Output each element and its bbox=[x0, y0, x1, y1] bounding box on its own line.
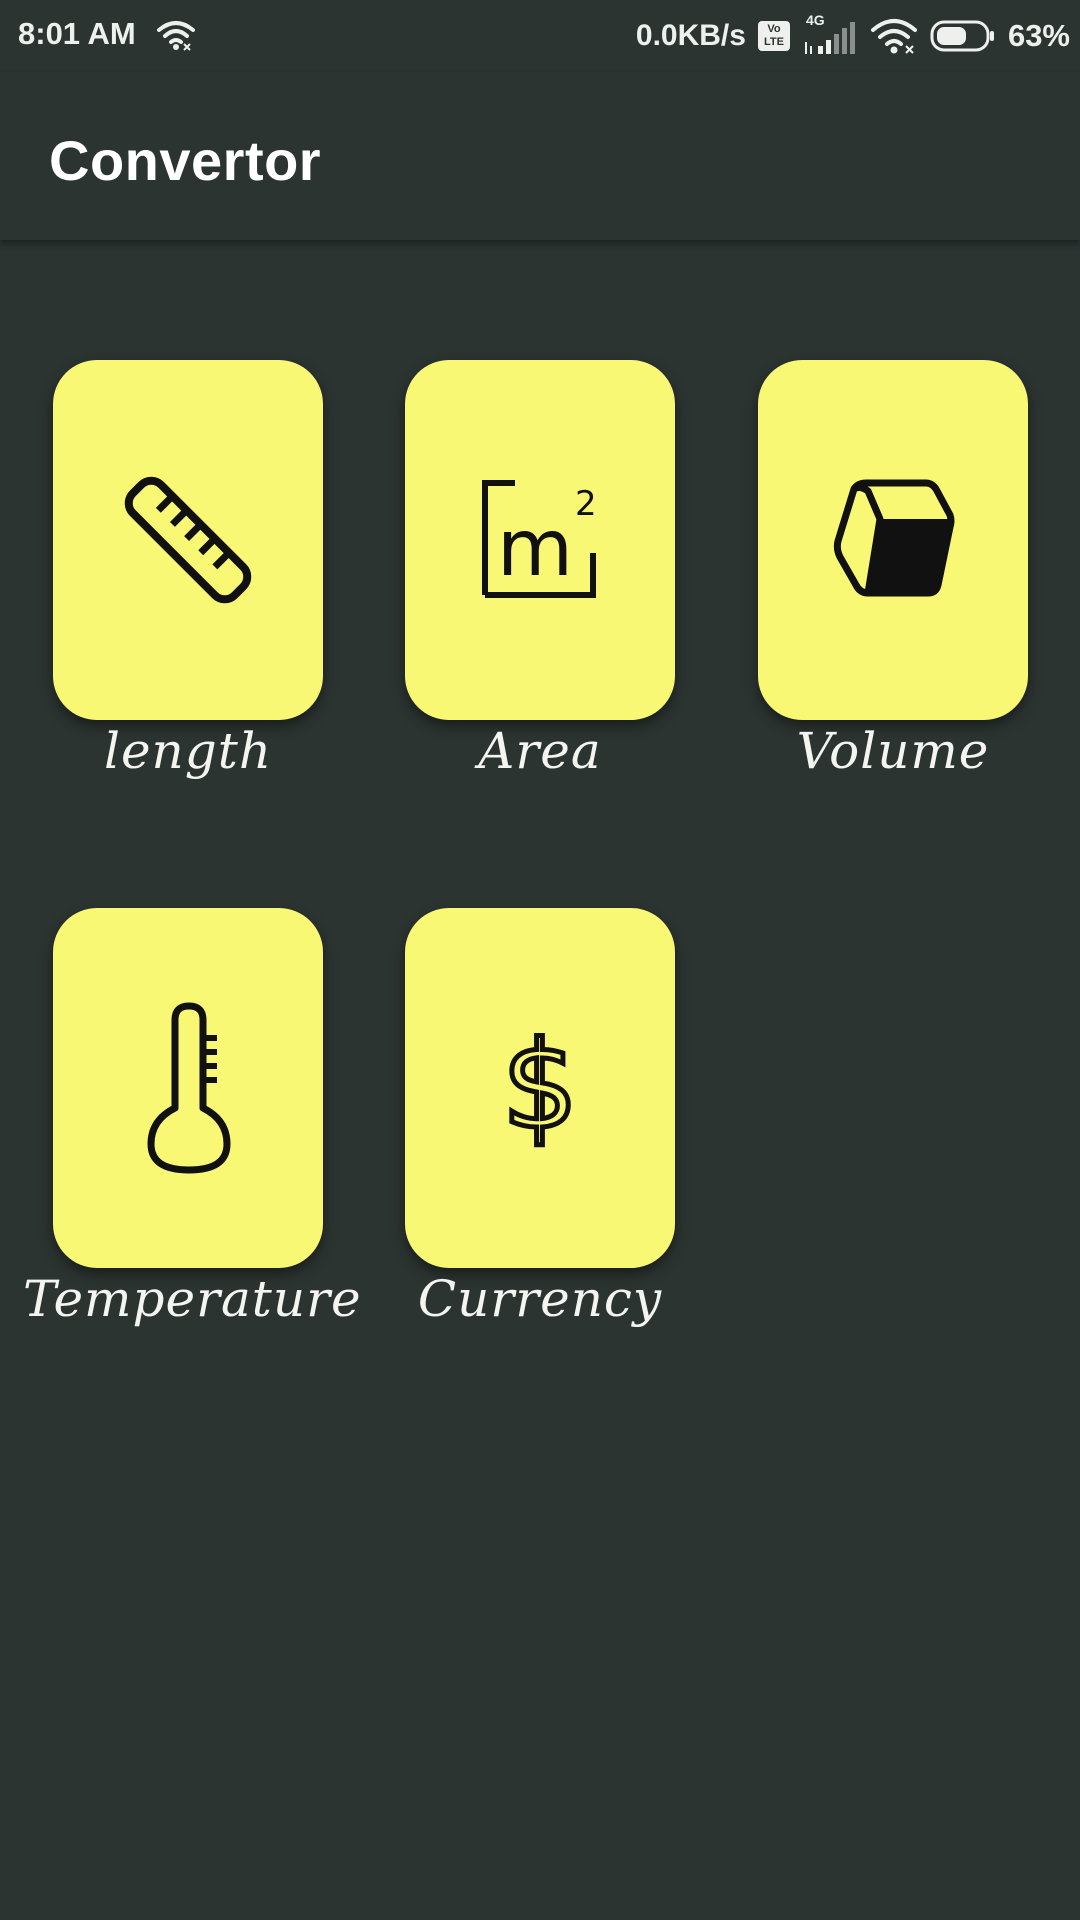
wifi-icon bbox=[157, 21, 195, 51]
dollar-icon: $ bbox=[499, 1023, 580, 1153]
status-right-group: 0.0KB/s Vo LTE 4G 63% bbox=[635, 12, 1070, 58]
thermometer-icon bbox=[147, 1002, 231, 1174]
tile-temperature-label: Temperature bbox=[23, 1270, 362, 1328]
tile-temperature-card[interactable] bbox=[53, 908, 323, 1268]
app-bar: Convertor bbox=[0, 72, 1080, 240]
tile-currency[interactable]: $ Currency bbox=[405, 908, 675, 1328]
tile-length-card[interactable] bbox=[53, 360, 323, 720]
tile-temperature[interactable]: Temperature bbox=[23, 908, 361, 1328]
battery-icon bbox=[930, 20, 994, 52]
tile-length-label: length bbox=[103, 722, 273, 780]
cube-icon bbox=[833, 479, 955, 597]
svg-text:m: m bbox=[497, 504, 573, 594]
tile-volume-card[interactable] bbox=[758, 360, 1028, 720]
app-title: Convertor bbox=[49, 129, 322, 192]
tile-length[interactable]: length bbox=[53, 360, 323, 780]
square-meter-icon: m 2 bbox=[482, 480, 597, 598]
tile-area-label: Area bbox=[478, 722, 602, 780]
ruler-icon bbox=[124, 476, 252, 604]
status-time: 8:01 AM bbox=[18, 16, 136, 51]
volte-top-text: Vo bbox=[767, 23, 781, 35]
tile-volume[interactable]: Volume bbox=[758, 360, 1028, 780]
tile-currency-label: Currency bbox=[417, 1270, 663, 1328]
battery-percent: 63% bbox=[1007, 18, 1070, 53]
cellular-signal-icon: 4G bbox=[802, 12, 858, 56]
status-bar: 8:01 AM 0.0KB/s Vo LTE 4G 63% bbox=[0, 0, 1080, 72]
tile-currency-card[interactable]: $ bbox=[405, 908, 675, 1268]
volte-icon: Vo LTE bbox=[757, 21, 790, 51]
svg-text:$: $ bbox=[502, 1023, 578, 1153]
tile-volume-label: Volume bbox=[796, 722, 990, 780]
network-speed: 0.0KB/s bbox=[635, 19, 746, 52]
volte-bottom-text: LTE bbox=[763, 36, 784, 48]
screen: 8:01 AM 0.0KB/s Vo LTE 4G 63% Convertor … bbox=[0, 0, 1080, 1920]
tile-area[interactable]: m 2 Area bbox=[405, 360, 675, 780]
svg-text:2: 2 bbox=[575, 484, 597, 524]
wifi-status-icon bbox=[870, 19, 917, 54]
tile-area-card[interactable]: m 2 bbox=[405, 360, 675, 720]
